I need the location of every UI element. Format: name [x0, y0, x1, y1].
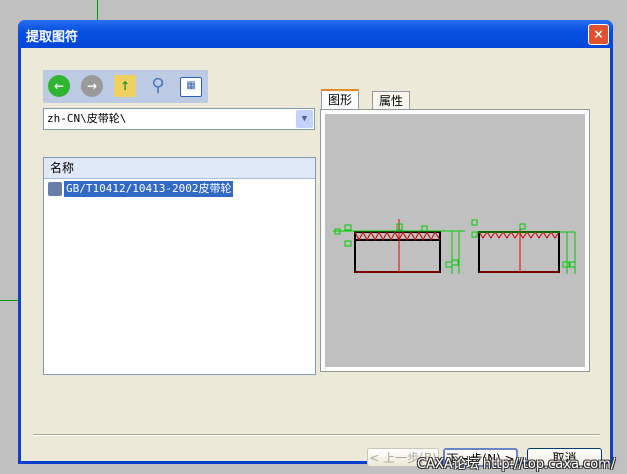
preview-canvas	[325, 114, 585, 367]
grid-line	[97, 0, 98, 20]
tab-properties[interactable]: 属性	[372, 91, 411, 110]
pulley-right	[471, 219, 576, 274]
search-icon[interactable]: ⚲	[147, 75, 169, 97]
path-combo[interactable]: zh-CN\皮带轮\ ▼	[43, 108, 315, 130]
back-icon[interactable]: ←	[48, 75, 70, 97]
watermark: CAXA论坛 http://top.caxa.com/	[417, 457, 616, 472]
title-bar: 提取图符 ×	[18, 20, 613, 48]
toolbar: ← → ↑ ⚲ ▦	[43, 70, 208, 103]
preview-panel	[320, 109, 590, 372]
view-icon[interactable]: ▦	[180, 77, 202, 97]
forward-icon[interactable]: →	[81, 75, 103, 97]
pulley-left	[333, 219, 465, 274]
close-button[interactable]: ×	[588, 24, 609, 45]
path-value: zh-CN\皮带轮\	[47, 112, 127, 125]
symbol-list[interactable]: 名称 GB/T10412/10413-2002皮带轮	[43, 157, 316, 375]
extract-symbol-dialog: 提取图符 × ← → ↑ ⚲ ▦ zh-CN\皮带轮\ ▼ 名称 GB/T104…	[18, 20, 613, 467]
chevron-down-icon[interactable]: ▼	[296, 110, 313, 128]
list-item[interactable]: GB/T10412/10413-2002皮带轮	[48, 181, 311, 197]
separator	[33, 434, 600, 436]
grid-line	[0, 300, 18, 301]
tab-graphic[interactable]: 图形	[321, 89, 360, 110]
pulley-drawing	[333, 219, 576, 274]
up-folder-icon[interactable]: ↑	[114, 75, 136, 97]
list-item-label: GB/T10412/10413-2002皮带轮	[64, 181, 234, 197]
dialog-title: 提取图符	[26, 30, 79, 45]
symbol-icon	[48, 182, 62, 196]
column-header-name[interactable]: 名称	[44, 158, 315, 179]
